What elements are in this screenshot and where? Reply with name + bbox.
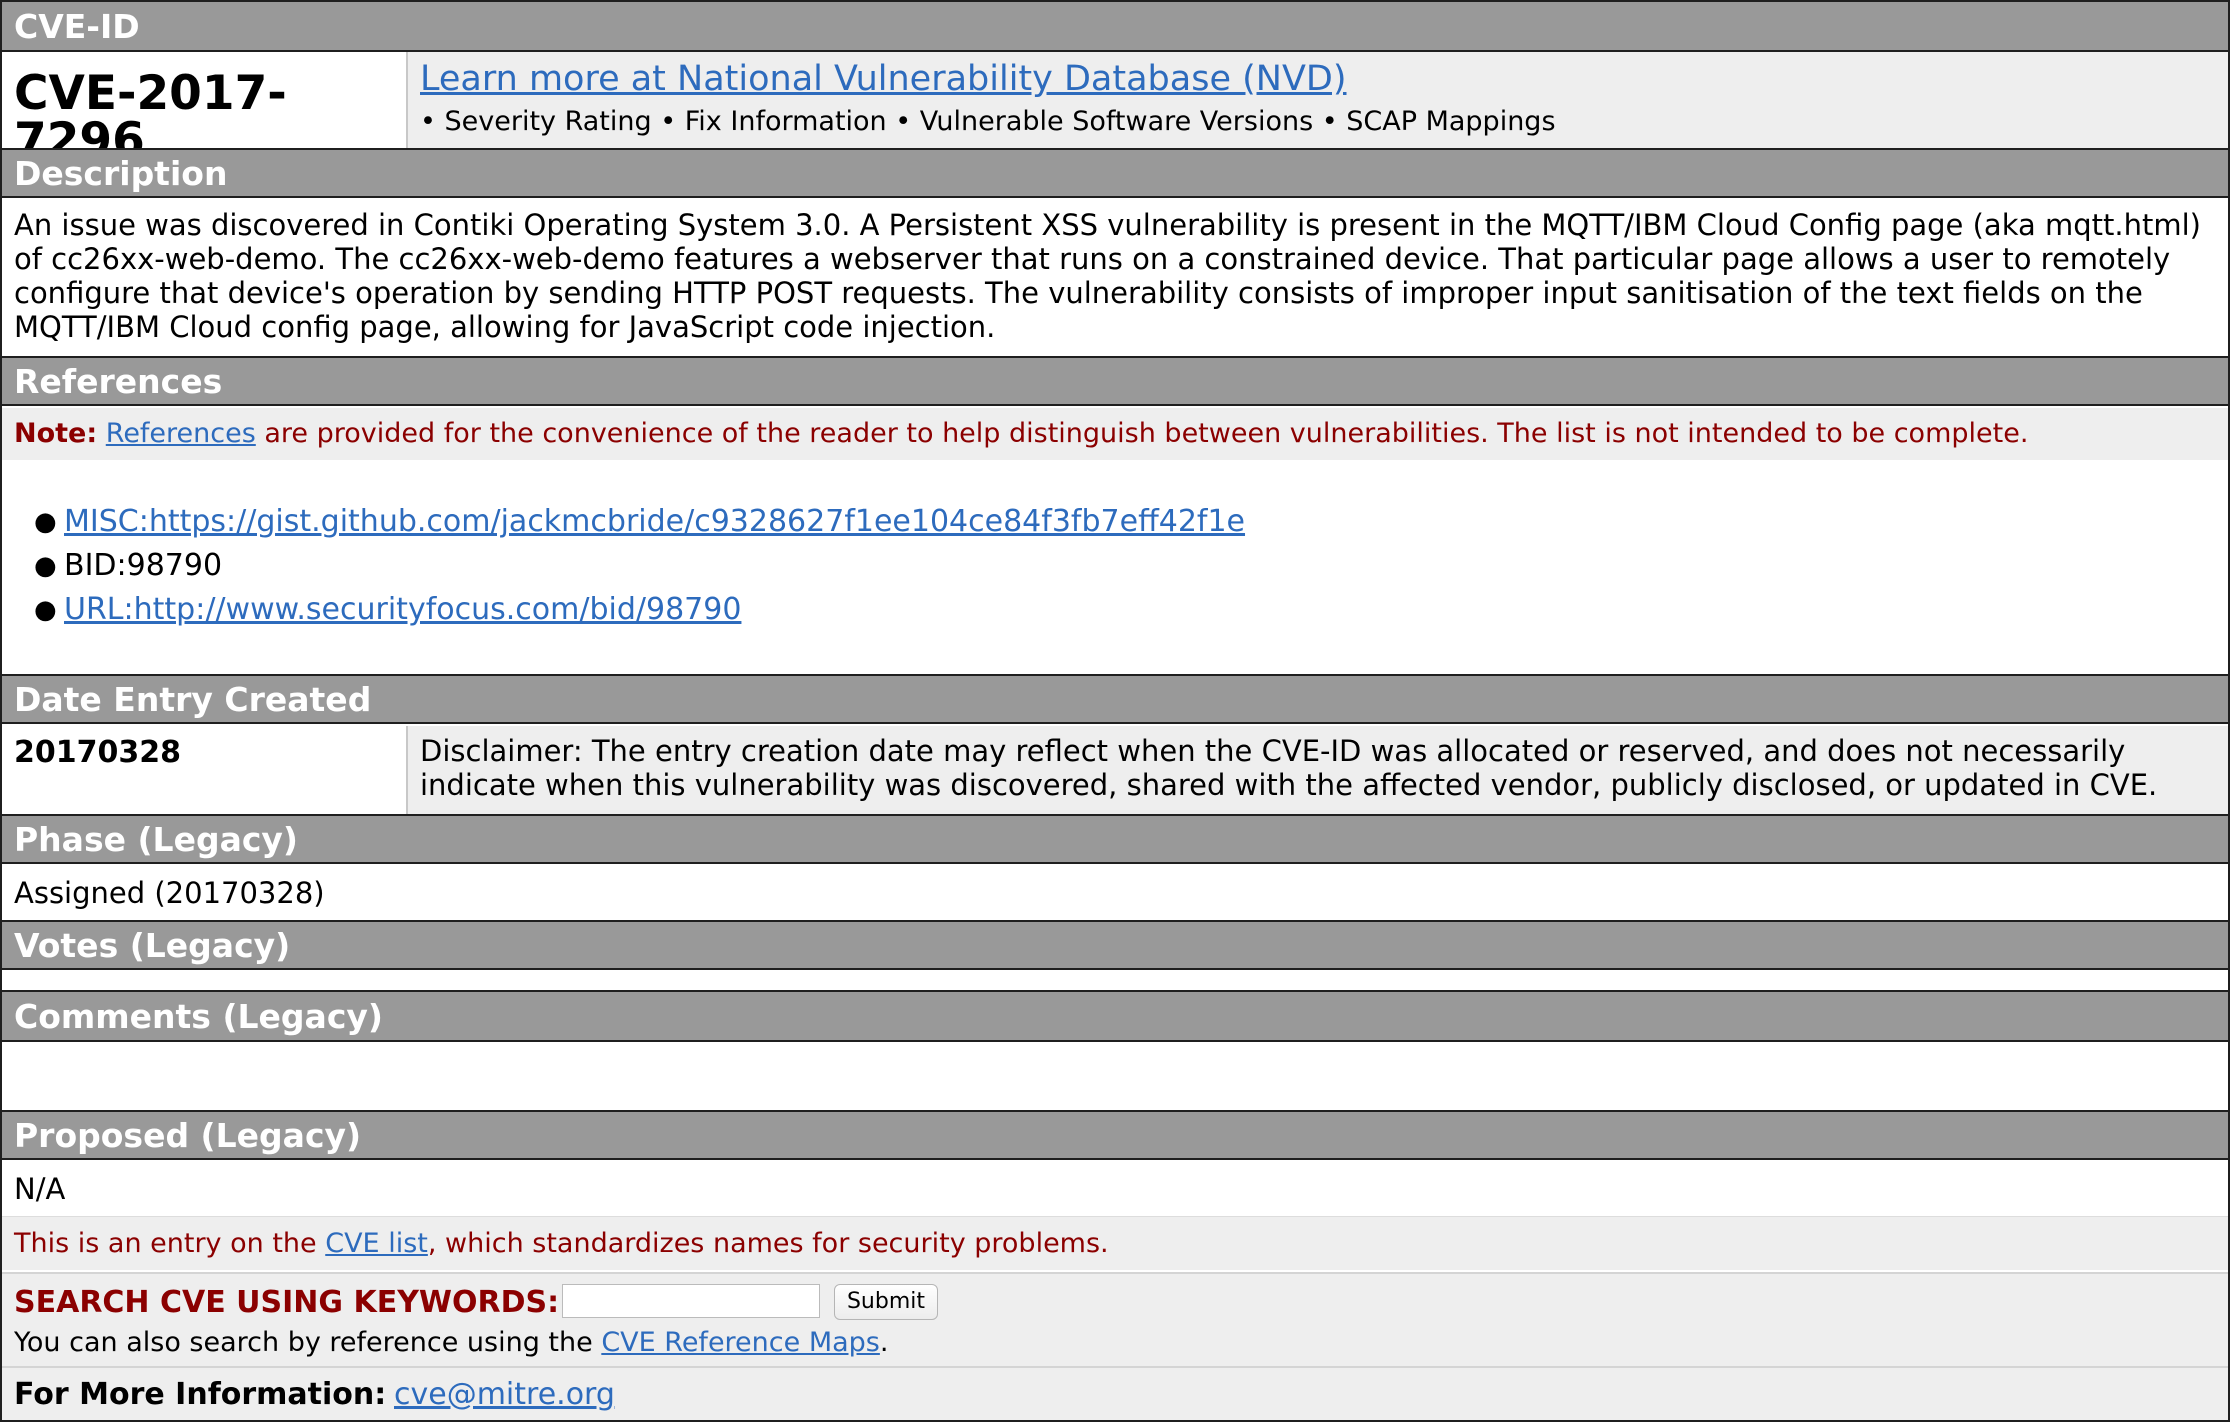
reference-maps-note: You can also search by reference using t… (14, 1326, 888, 1360)
votes-body (2, 972, 2228, 990)
cve-id-row: CVE-2017-7296 Learn more at National Vul… (2, 52, 2228, 164)
bullet-icon: ● (34, 507, 57, 537)
list-item: ● URL:http://www.securityfocus.com/bid/9… (34, 588, 1245, 632)
cve-list-note: This is an entry on the CVE list, which … (2, 1216, 2228, 1270)
cve-list-link[interactable]: CVE list (325, 1228, 428, 1259)
comments-header-label: Comments (Legacy) (14, 996, 383, 1036)
comments-body (2, 1044, 2228, 1110)
references-header: References (2, 356, 2228, 406)
date-created-value: 20170328 (14, 735, 181, 770)
nvd-details: • Severity Rating • Fix Information • Vu… (420, 106, 1556, 137)
more-info-label: For More Information: (14, 1377, 387, 1412)
submit-button[interactable]: Submit (834, 1284, 938, 1320)
date-created-header-label: Date Entry Created (14, 679, 372, 719)
disclaimer-cell: Disclaimer: The entry creation date may … (406, 726, 2228, 814)
reference-link-url[interactable]: URL:http://www.securityfocus.com/bid/987… (64, 592, 741, 627)
proposed-value: N/A (14, 1172, 66, 1206)
ref-suffix: . (879, 1327, 889, 1358)
description-line: configure that device's operation by sen… (14, 276, 2143, 310)
cve-reference-maps-link[interactable]: CVE Reference Maps (601, 1327, 880, 1358)
proposed-body: N/A (2, 1162, 2228, 1216)
cve-id-cell: CVE-2017-7296 (2, 52, 406, 164)
description-line: MQTT/IBM Cloud config page, allowing for… (14, 310, 996, 344)
phase-header: Phase (Legacy) (2, 814, 2228, 864)
date-created-row: 20170328 Disclaimer: The entry creation … (2, 726, 2228, 814)
search-section: SEARCH CVE USING KEYWORDS: Submit You ca… (2, 1272, 2228, 1366)
references-note: Note: References are provided for the co… (2, 408, 2228, 460)
email-link[interactable]: cve@mitre.org (394, 1378, 615, 1411)
bullet-icon: ● (34, 551, 57, 581)
reference-link-misc[interactable]: MISC:https://gist.github.com/jackmcbride… (64, 504, 1245, 539)
cve-page: CVE-ID CVE-2017-7296 Learn more at Natio… (0, 0, 2230, 1422)
description-line: An issue was discovered in Contiki Opera… (14, 208, 2201, 242)
description-line: of cc26xx-web-demo. The cc26xx-web-demo … (14, 242, 2171, 276)
list-item: ● BID:98790 (34, 544, 1245, 588)
references-header-label: References (14, 361, 223, 401)
references-link[interactable]: References (106, 418, 256, 449)
search-label: SEARCH CVE USING KEYWORDS: (14, 1285, 560, 1320)
cve-id-header: CVE-ID (2, 2, 2228, 52)
votes-header: Votes (Legacy) (2, 920, 2228, 970)
description-body: An issue was discovered in Contiki Opera… (2, 200, 2228, 356)
proposed-header-label: Proposed (Legacy) (14, 1115, 362, 1155)
note-text: are provided for the convenience of the … (255, 418, 2029, 449)
cve-id-header-label: CVE-ID (14, 6, 140, 46)
reference-text-bid: BID:98790 (64, 548, 223, 583)
date-created-header: Date Entry Created (2, 674, 2228, 724)
nvd-cell: Learn more at National Vulnerability Dat… (406, 52, 2228, 148)
note-label: Note: (14, 418, 98, 449)
list-item: ● MISC:https://gist.github.com/jackmcbri… (34, 500, 1245, 544)
date-created-cell: 20170328 (2, 726, 406, 814)
proposed-header: Proposed (Legacy) (2, 1110, 2228, 1160)
more-info-section: For More Information: cve@mitre.org (2, 1366, 2228, 1420)
nvd-link[interactable]: Learn more at National Vulnerability Dat… (420, 62, 1347, 97)
entry-suffix: , which standardizes names for security … (427, 1228, 1109, 1259)
disclaimer-line: indicate when this vulnerability was dis… (420, 768, 2158, 802)
entry-prefix: This is an entry on the (14, 1228, 326, 1259)
ref-prefix: You can also search by reference using t… (14, 1327, 602, 1358)
disclaimer-line: Disclaimer: The entry creation date may … (420, 734, 2126, 768)
phase-value: Assigned (20170328) (14, 876, 325, 910)
votes-header-label: Votes (Legacy) (14, 925, 291, 965)
bullet-icon: ● (34, 595, 57, 625)
comments-header: Comments (Legacy) (2, 990, 2228, 1042)
description-header: Description (2, 148, 2228, 198)
phase-body: Assigned (20170328) (2, 866, 2228, 920)
phase-header-label: Phase (Legacy) (14, 819, 298, 859)
references-list: ● MISC:https://gist.github.com/jackmcbri… (34, 500, 1245, 632)
description-header-label: Description (14, 153, 228, 193)
search-input[interactable] (562, 1284, 820, 1318)
